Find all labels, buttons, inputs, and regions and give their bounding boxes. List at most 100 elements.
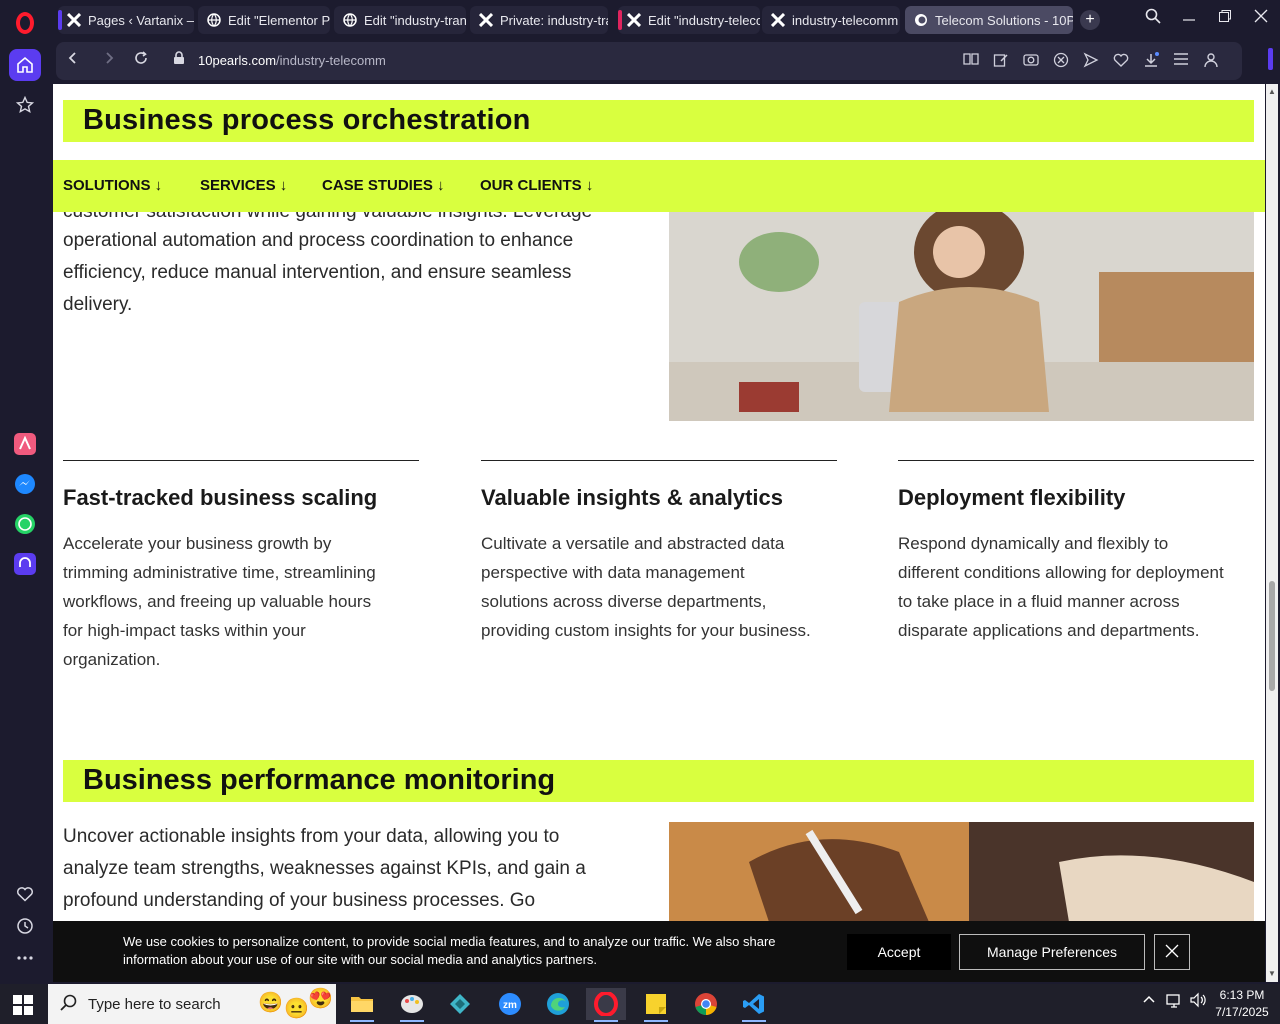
sticky-subnav: SOLUTIONS ↓ SERVICES ↓ CASE STUDIES ↓ OU… bbox=[53, 160, 1265, 212]
subnav-services[interactable]: SERVICES ↓ bbox=[200, 177, 287, 194]
web-page: Business process orchestration customer … bbox=[53, 84, 1265, 982]
scrollbar-thumb[interactable] bbox=[1269, 581, 1275, 691]
opera-browser-icon[interactable] bbox=[586, 988, 626, 1022]
snapshot-camera-icon[interactable] bbox=[1022, 52, 1040, 70]
tab-private-industry[interactable]: Private: industry-tra bbox=[470, 6, 608, 34]
subnav-case-studies[interactable]: CASE STUDIES ↓ bbox=[322, 177, 445, 194]
x-logo-icon bbox=[626, 12, 642, 28]
heart-icon[interactable] bbox=[9, 878, 41, 910]
app-diamond-icon[interactable] bbox=[440, 988, 480, 1020]
page-scrollbar[interactable]: ▲ ▼ bbox=[1266, 84, 1278, 982]
bookmarks-star-icon[interactable] bbox=[9, 89, 41, 121]
whatsapp-icon[interactable] bbox=[9, 508, 41, 540]
flow-send-icon[interactable] bbox=[1082, 52, 1100, 70]
chrome-browser-icon[interactable] bbox=[686, 988, 726, 1020]
tab-edit-industry-teleco[interactable]: Edit "industry-teleco bbox=[618, 6, 760, 34]
emoji-grin-icon: 😄 bbox=[258, 992, 283, 1014]
search-icon bbox=[60, 994, 78, 1017]
windows-start-icon[interactable] bbox=[12, 994, 34, 1016]
tab-label: Telecom Solutions - 10Pea bbox=[935, 12, 1073, 28]
section2-body: Uncover actionable insights from your da… bbox=[63, 826, 586, 911]
globe-icon bbox=[342, 12, 358, 28]
divider bbox=[63, 460, 419, 461]
messenger-icon[interactable] bbox=[9, 468, 41, 500]
section-title: Business process orchestration bbox=[83, 104, 531, 136]
emoji-neutral-icon: 😐 bbox=[284, 998, 309, 1020]
file-explorer-icon[interactable] bbox=[342, 988, 382, 1022]
edit-page-icon[interactable] bbox=[992, 52, 1010, 70]
zoom-app-icon[interactable]: zm bbox=[490, 988, 530, 1020]
10pearls-icon bbox=[913, 12, 929, 28]
subnav-our-clients[interactable]: OUR CLIENTS ↓ bbox=[480, 177, 593, 194]
lock-icon[interactable] bbox=[168, 50, 190, 72]
edge-browser-icon[interactable] bbox=[538, 988, 578, 1020]
address-bar-field: 10pearls.com/industry-telecomm bbox=[56, 42, 1242, 80]
x-logo-icon bbox=[66, 12, 82, 28]
scroll-up-icon[interactable]: ▲ bbox=[1268, 88, 1276, 96]
tab-edit-industry-transp[interactable]: Edit "industry-transp bbox=[334, 6, 466, 34]
clock-date: 7/17/2025 bbox=[1215, 1005, 1269, 1019]
tab-label: Edit "industry-transp bbox=[364, 12, 466, 28]
x-logo-icon bbox=[478, 12, 494, 28]
extensions-indicator bbox=[1268, 48, 1273, 70]
feature-title: Valuable insights & analytics bbox=[481, 485, 783, 510]
system-clock[interactable]: 6:13 PM 7/17/2025 bbox=[1212, 987, 1272, 1021]
reload-icon[interactable] bbox=[130, 50, 152, 72]
restore-icon[interactable] bbox=[1212, 8, 1238, 30]
easy-setup-menu-icon[interactable] bbox=[1172, 52, 1190, 70]
search-tabs-icon[interactable] bbox=[1140, 8, 1166, 30]
opera-logo-icon[interactable] bbox=[10, 8, 40, 38]
sticky-notes-icon[interactable] bbox=[636, 988, 676, 1022]
hands-writing-image bbox=[669, 822, 1254, 922]
manage-preferences-button[interactable]: Manage Preferences bbox=[959, 934, 1145, 970]
volume-icon[interactable] bbox=[1190, 992, 1208, 1011]
forward-icon[interactable] bbox=[98, 50, 120, 72]
network-icon[interactable] bbox=[1166, 992, 1184, 1011]
close-cookie-banner-icon[interactable] bbox=[1154, 934, 1190, 970]
globe-icon bbox=[206, 12, 222, 28]
windows-taskbar: Type here to search 😄 😐 😍 zm 6:13 PM 7/1… bbox=[0, 984, 1280, 1024]
tab-telecom-solutions[interactable]: Telecom Solutions - 10Pea bbox=[905, 6, 1073, 34]
close-window-icon[interactable] bbox=[1248, 8, 1274, 30]
section-banner-orchestration: Business process orchestration bbox=[63, 100, 1254, 142]
music-player-icon[interactable] bbox=[9, 548, 41, 580]
tab-pages-vartanix[interactable]: Pages ‹ Vartanix — V bbox=[58, 6, 194, 34]
tab-edit-elementor[interactable]: Edit "Elementor Pag bbox=[198, 6, 330, 34]
scroll-down-icon[interactable]: ▼ bbox=[1268, 970, 1276, 978]
vscode-icon[interactable] bbox=[734, 988, 774, 1022]
tab-strip: Pages ‹ Vartanix — V Edit "Elementor Pag… bbox=[0, 0, 1280, 40]
emoji-heart-eyes-icon: 😍 bbox=[308, 988, 333, 1010]
search-placeholder: Type here to search bbox=[88, 996, 221, 1013]
feature-card-scaling: Fast-tracked business scaling Accelerate… bbox=[63, 460, 419, 674]
history-clock-icon[interactable] bbox=[9, 910, 41, 942]
tab-label: industry-telecomm bbox=[792, 12, 899, 28]
clock-time: 6:13 PM bbox=[1219, 988, 1265, 1002]
aria-ai-icon[interactable] bbox=[9, 428, 41, 460]
home-icon[interactable] bbox=[9, 49, 41, 81]
url-domain: 10pearls.com bbox=[198, 53, 277, 68]
account-icon[interactable] bbox=[1202, 52, 1220, 70]
reader-mode-icon[interactable] bbox=[962, 52, 980, 70]
cookie-consent-banner: We use cookies to personalize content, t… bbox=[53, 921, 1265, 982]
section-banner-monitoring: Business performance monitoring bbox=[63, 760, 1254, 802]
new-tab-button[interactable]: + bbox=[1080, 10, 1100, 30]
favorite-heart-icon[interactable] bbox=[1112, 52, 1130, 70]
browser-sidebar bbox=[0, 40, 50, 984]
url-text[interactable]: 10pearls.com/industry-telecomm bbox=[198, 53, 386, 68]
adblock-shield-icon[interactable] bbox=[1052, 52, 1070, 70]
feature-title: Fast-tracked business scaling bbox=[63, 485, 378, 510]
accept-cookies-button[interactable]: Accept bbox=[847, 934, 951, 970]
feature-body: Cultivate a versatile and abstracted dat… bbox=[481, 534, 811, 640]
minimize-icon[interactable] bbox=[1176, 8, 1202, 30]
subnav-solutions[interactable]: SOLUTIONS ↓ bbox=[63, 177, 162, 194]
taskbar-search-input[interactable]: Type here to search 😄 😐 😍 bbox=[48, 984, 336, 1024]
tab-label: Edit "industry-teleco bbox=[648, 12, 760, 28]
tab-label: Private: industry-tra bbox=[500, 12, 608, 28]
downloads-icon[interactable] bbox=[1142, 52, 1160, 70]
back-icon[interactable] bbox=[62, 50, 84, 72]
address-bar: 10pearls.com/industry-telecomm bbox=[52, 40, 1280, 82]
tray-chevron-up-icon[interactable] bbox=[1142, 992, 1156, 1009]
paint-app-icon[interactable] bbox=[392, 988, 432, 1022]
tab-industry-telecomm[interactable]: industry-telecomm bbox=[762, 6, 900, 34]
more-dots-icon[interactable] bbox=[9, 942, 41, 974]
